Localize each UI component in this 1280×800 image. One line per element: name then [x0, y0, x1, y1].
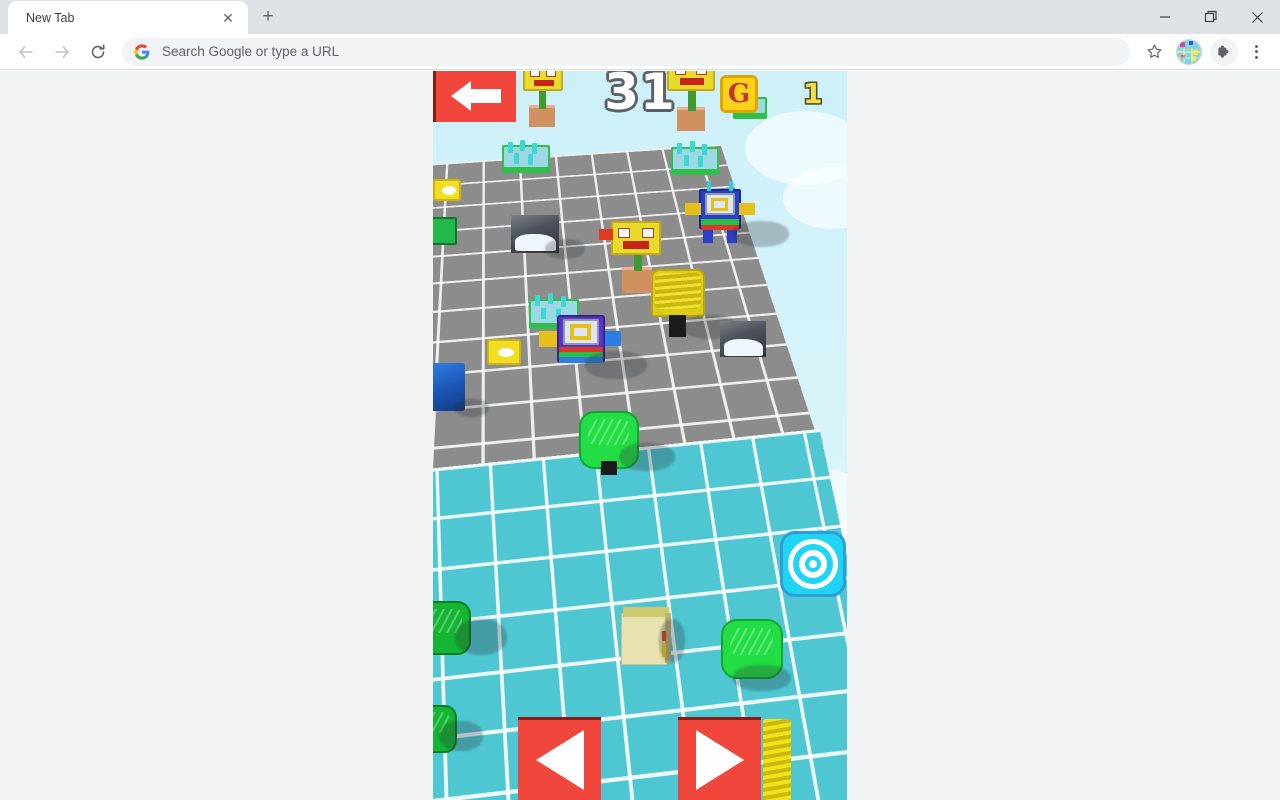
forward-icon[interactable]	[47, 37, 77, 67]
sprite-shadow	[439, 721, 483, 751]
new-tab-button[interactable]: +	[254, 3, 282, 31]
back-button[interactable]	[433, 71, 516, 122]
g-badge[interactable]: G	[720, 75, 758, 113]
profile-avatar[interactable]	[1176, 38, 1202, 65]
google-g-icon	[134, 43, 150, 60]
coin-pickup	[433, 179, 461, 201]
move-right-button[interactable]	[678, 717, 761, 800]
flower-enemy	[599, 213, 663, 295]
game-canvas[interactable]: 31 G 1	[433, 71, 847, 800]
sprite-shadow	[619, 443, 675, 471]
browser-toolbar: Search Google or type a URL	[0, 34, 1280, 70]
sprite-shadow	[455, 399, 489, 417]
back-icon[interactable]	[11, 37, 41, 67]
flower-enemy	[665, 71, 717, 135]
move-left-button[interactable]	[518, 717, 601, 800]
page-content: 31 G 1	[0, 71, 1280, 800]
tab-strip: New Tab ✕ +	[0, 0, 1280, 34]
maximize-icon[interactable]	[1188, 0, 1234, 34]
menu-dots	[1254, 44, 1258, 59]
g-badge-letter: G	[727, 79, 751, 109]
tab-title: New Tab	[26, 10, 75, 25]
crowd-platform	[502, 140, 550, 173]
flower-enemy	[519, 71, 565, 129]
omnibox-text[interactable]: Search Google or type a URL	[162, 44, 339, 59]
window-controls	[1142, 0, 1280, 34]
sprite-shadow	[659, 619, 685, 663]
bush-trunk	[601, 461, 617, 475]
rock-obstacle	[720, 321, 766, 357]
target-rings-icon	[788, 539, 838, 589]
browser-menu-icon[interactable]	[1242, 38, 1270, 66]
coin-pickup	[487, 339, 521, 365]
minimize-icon[interactable]	[1142, 0, 1188, 34]
reload-icon[interactable]	[83, 37, 113, 67]
sprite-shadow	[733, 665, 791, 691]
close-icon[interactable]: ✕	[218, 8, 238, 28]
sprite-shadow	[455, 619, 507, 655]
yellow-creature	[763, 719, 791, 800]
arrow-left-icon	[451, 81, 501, 111]
target-button[interactable]	[780, 531, 846, 597]
omnibox[interactable]: Search Google or type a URL	[122, 37, 1130, 66]
triangle-right-icon	[695, 730, 744, 790]
browser-window: New Tab ✕ + Search Google or type a URL …	[0, 0, 1280, 800]
green-vehicle	[433, 217, 457, 245]
triangle-left-icon	[535, 730, 584, 790]
sprite-shadow	[585, 351, 647, 379]
extensions-puzzle-icon[interactable]	[1210, 37, 1238, 66]
sprite-shadow	[733, 221, 789, 247]
bookmark-star-icon[interactable]	[1140, 38, 1168, 66]
playfield	[433, 71, 847, 800]
crowd-platform	[671, 141, 719, 175]
sprite-shadow	[545, 239, 585, 259]
close-window-icon[interactable]	[1234, 0, 1280, 34]
browser-tab-new-tab[interactable]: New Tab ✕	[8, 1, 248, 34]
